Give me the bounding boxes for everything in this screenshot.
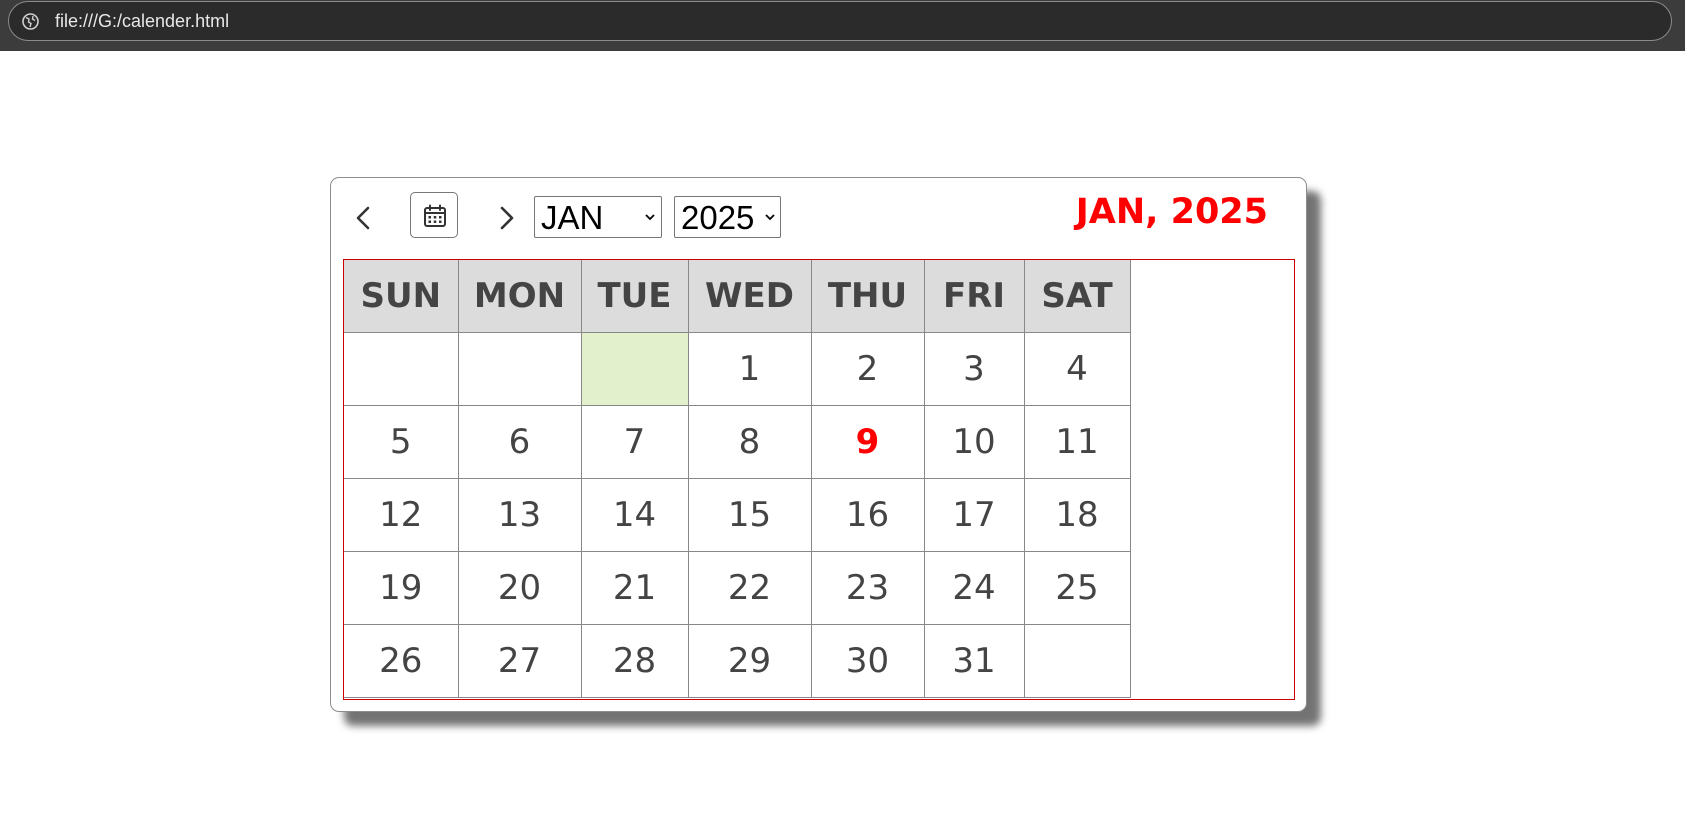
year-select-value: 2025 xyxy=(681,199,755,236)
day-cell[interactable]: 28 xyxy=(580,624,689,698)
month-select[interactable]: JAN xyxy=(534,196,662,238)
day-cell-empty xyxy=(1023,624,1131,698)
day-cell-empty xyxy=(344,332,459,406)
weekday-fri: FRI xyxy=(923,260,1025,333)
day-cell[interactable]: 23 xyxy=(810,551,925,625)
day-cell[interactable]: 12 xyxy=(344,478,459,552)
day-cell[interactable]: 2 xyxy=(810,332,925,406)
calendar-grid: SUN MON TUE WED THU FRI SAT 1 2 3 4 5 6 … xyxy=(344,260,1131,698)
day-cell[interactable]: 30 xyxy=(810,624,925,698)
day-cell[interactable]: 10 xyxy=(923,405,1025,479)
day-cell[interactable]: 7 xyxy=(580,405,689,479)
day-cell-empty-highlight xyxy=(580,332,689,406)
day-cell[interactable]: 4 xyxy=(1023,332,1131,406)
day-cell[interactable]: 24 xyxy=(923,551,1025,625)
today-button[interactable] xyxy=(410,192,458,238)
chevron-right-icon xyxy=(500,206,514,230)
day-cell[interactable]: 25 xyxy=(1023,551,1131,625)
day-cell[interactable]: 11 xyxy=(1023,405,1131,479)
weekday-tue: TUE xyxy=(580,260,689,333)
day-cell[interactable]: 27 xyxy=(457,624,582,698)
day-cell[interactable]: 15 xyxy=(687,478,812,552)
day-cell[interactable]: 14 xyxy=(580,478,689,552)
day-cell[interactable]: 3 xyxy=(923,332,1025,406)
day-cell[interactable]: 22 xyxy=(687,551,812,625)
day-cell[interactable]: 16 xyxy=(810,478,925,552)
day-cell[interactable]: 8 xyxy=(687,405,812,479)
browser-toolbar: file:///G:/calender.html xyxy=(0,0,1685,51)
day-cell[interactable]: 17 xyxy=(923,478,1025,552)
url-text[interactable]: file:///G:/calender.html xyxy=(55,11,229,32)
day-cell[interactable]: 18 xyxy=(1023,478,1131,552)
calendar-grid-frame: SUN MON TUE WED THU FRI SAT 1 2 3 4 5 6 … xyxy=(343,259,1295,700)
week-row: 1 2 3 4 xyxy=(344,332,1131,406)
chevron-down-icon xyxy=(765,214,775,221)
day-cell[interactable]: 20 xyxy=(457,551,582,625)
weekday-sat: SAT xyxy=(1023,260,1131,333)
prev-month-button[interactable] xyxy=(349,198,379,238)
day-cell[interactable]: 13 xyxy=(457,478,582,552)
day-cell[interactable]: 6 xyxy=(457,405,582,479)
weekday-sun: SUN xyxy=(344,260,459,333)
week-row: 12 13 14 15 16 17 18 xyxy=(344,478,1131,552)
day-cell[interactable]: 26 xyxy=(344,624,459,698)
day-cell[interactable]: 19 xyxy=(344,551,459,625)
calendar-icon xyxy=(424,204,446,227)
week-row: 26 27 28 29 30 31 xyxy=(344,624,1131,698)
globe-icon[interactable] xyxy=(22,13,39,30)
chevron-left-icon xyxy=(356,206,370,230)
weekday-header-row: SUN MON TUE WED THU FRI SAT xyxy=(344,260,1131,333)
year-select[interactable]: 2025 xyxy=(674,196,781,238)
month-year-heading: JAN, 2025 xyxy=(1075,192,1268,232)
address-bar[interactable]: file:///G:/calender.html xyxy=(8,1,1672,41)
day-cell[interactable]: 31 xyxy=(923,624,1025,698)
day-cell-today[interactable]: 9 xyxy=(810,405,925,479)
weekday-thu: THU xyxy=(810,260,925,333)
calendar-widget: JAN 2025 JAN, 2025 SUN MON TUE WED THU F… xyxy=(330,177,1307,712)
day-cell-empty xyxy=(457,332,582,406)
weekday-mon: MON xyxy=(457,260,582,333)
day-cell[interactable]: 21 xyxy=(580,551,689,625)
weekday-wed: WED xyxy=(687,260,812,333)
week-row: 19 20 21 22 23 24 25 xyxy=(344,551,1131,625)
day-cell[interactable]: 29 xyxy=(687,624,812,698)
week-row: 5 6 7 8 9 10 11 xyxy=(344,405,1131,479)
chevron-down-icon xyxy=(645,214,655,221)
month-select-value: JAN xyxy=(541,199,604,236)
day-cell[interactable]: 5 xyxy=(344,405,459,479)
day-cell[interactable]: 1 xyxy=(687,332,812,406)
next-month-button[interactable] xyxy=(491,198,521,238)
